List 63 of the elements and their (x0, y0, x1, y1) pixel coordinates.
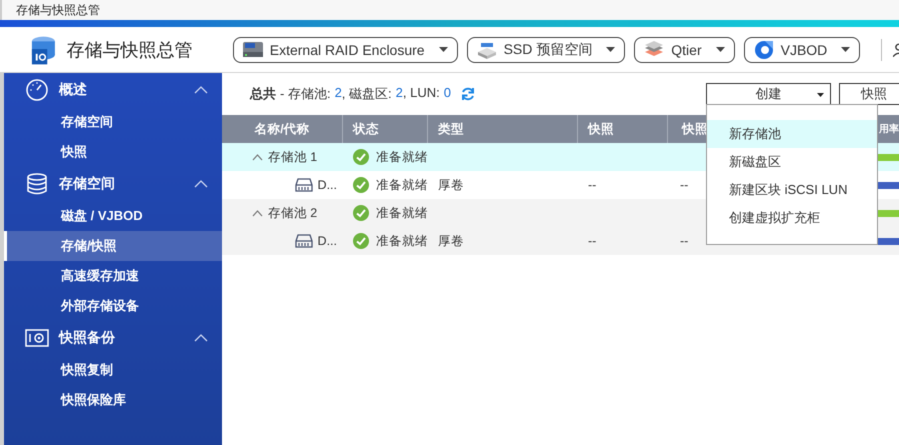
column-header: 用率 (878, 122, 899, 137)
create-dropdown[interactable]: 创建 (706, 83, 831, 105)
summary-label: , 磁盘区: (342, 85, 392, 103)
row-name: D... (318, 178, 337, 192)
summary-label: - 存储池: (280, 85, 331, 103)
sidebar-section-header[interactable]: 快照备份 (4, 321, 222, 355)
menu-item[interactable]: 创建虚拟扩充柜 (707, 204, 877, 232)
vjbod-icon (752, 38, 775, 60)
section-title: 存储空间 (59, 175, 116, 193)
row-name: 存储池 2 (268, 204, 318, 222)
disk-volume-icon (294, 178, 313, 192)
sidebar-item[interactable]: 外部存储设备 (4, 291, 222, 321)
status-text: 准备就绪 (376, 148, 428, 166)
table-cell: 厚卷 (438, 176, 464, 194)
table-cell: -- (680, 234, 688, 248)
toolbar-dropdown[interactable]: External RAID Enclosure (232, 36, 458, 62)
ready-check-icon (353, 205, 369, 221)
section-title: 快照备份 (59, 329, 116, 347)
caret-icon (841, 47, 850, 52)
user-icon (893, 42, 899, 56)
table-cell: -- (588, 178, 596, 192)
gauge-icon (25, 78, 49, 102)
sidebar-section-header[interactable]: 概述 (4, 73, 222, 107)
ready-check-icon (353, 233, 369, 249)
summary-title: 总共 (250, 85, 276, 103)
table-cell: 厚卷 (438, 232, 464, 250)
snapshot-button[interactable]: 快照 (839, 83, 899, 105)
status-text: 准备就绪 (376, 204, 428, 222)
sidebar-item[interactable]: 存储/快照 (4, 231, 222, 261)
sidebar-item[interactable]: 快照保险库 (4, 385, 222, 415)
toolbar-dropdown[interactable]: VJBOD (744, 36, 860, 62)
disk-volume-icon (294, 234, 313, 248)
refresh-icon (460, 86, 476, 102)
app-title: 存储与快照总管 (66, 38, 193, 62)
count-value: 2 (334, 85, 342, 102)
summary-label: , LUN: (402, 85, 440, 102)
sidebar-item[interactable]: 高速缓存加速 (4, 261, 222, 291)
table-cell: -- (588, 234, 596, 248)
status-text: 准备就绪 (376, 232, 428, 250)
section-title: 概述 (59, 81, 88, 99)
caret-icon (817, 93, 824, 97)
toolbar-dropdown[interactable]: Qtier (634, 36, 735, 62)
sidebar-section-header[interactable]: 存储空间 (4, 167, 222, 201)
sidebar-item[interactable]: 存储空间 (4, 107, 222, 137)
ready-check-icon (353, 177, 369, 193)
caret-icon (606, 47, 616, 52)
row-name: D... (318, 234, 337, 248)
row-name: 存储池 1 (268, 148, 318, 166)
table-cell: -- (680, 178, 688, 192)
sidebar-item[interactable]: 磁盘 / VJBOD (4, 201, 222, 231)
menu-item[interactable]: 新建区块 iSCSI LUN (707, 176, 877, 204)
menu-item[interactable]: 新存储池 (707, 120, 877, 148)
window-title: 存储与快照总管 (16, 2, 100, 18)
caret-icon (716, 47, 725, 52)
count-value: 0 (444, 85, 451, 102)
caret-icon (438, 47, 448, 52)
ready-check-icon (353, 149, 369, 165)
count-value: 2 (396, 85, 403, 102)
database-icon (25, 172, 49, 196)
status-text: 准备就绪 (376, 176, 428, 194)
sidebar-item[interactable]: 快照 (4, 137, 222, 167)
toolbar-dropdown[interactable]: SSD 预留空间 (466, 36, 626, 62)
sidebar-item[interactable]: 快照复制 (4, 355, 222, 385)
